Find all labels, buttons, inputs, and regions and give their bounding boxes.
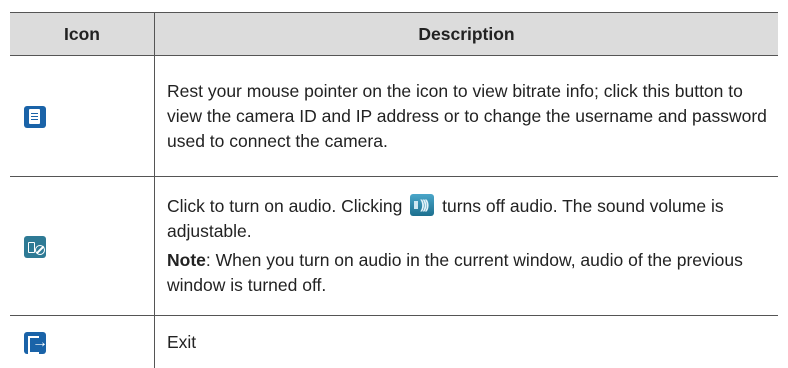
icon-cell [10,316,155,368]
exit-icon [24,332,46,354]
table-row: Exit [10,316,778,368]
description-text: Exit [167,330,768,355]
document-icon [24,106,46,128]
description-cell: Click to turn on audio. Clicking turns o… [155,177,779,316]
speaker-on-icon [410,194,434,216]
description-part: Click to turn on audio. Clicking [167,196,407,216]
icon-cell [10,177,155,316]
description-cell: Rest your mouse pointer on the icon to v… [155,56,779,177]
description-text: Click to turn on audio. Clicking turns o… [167,194,768,244]
note-label: Note [167,250,206,270]
table-row: Rest your mouse pointer on the icon to v… [10,56,778,177]
mute-icon [24,236,46,258]
icon-description-table: Icon Description Rest your mouse pointer… [10,12,778,368]
header-icon: Icon [10,13,155,56]
icon-cell [10,56,155,177]
table-header-row: Icon Description [10,13,778,56]
header-description: Description [155,13,779,56]
note-text: Note: When you turn on audio in the curr… [167,248,768,298]
note-body: : When you turn on audio in the current … [167,250,743,295]
description-cell: Exit [155,316,779,368]
description-text: Rest your mouse pointer on the icon to v… [167,79,768,154]
table-row: Click to turn on audio. Clicking turns o… [10,177,778,316]
